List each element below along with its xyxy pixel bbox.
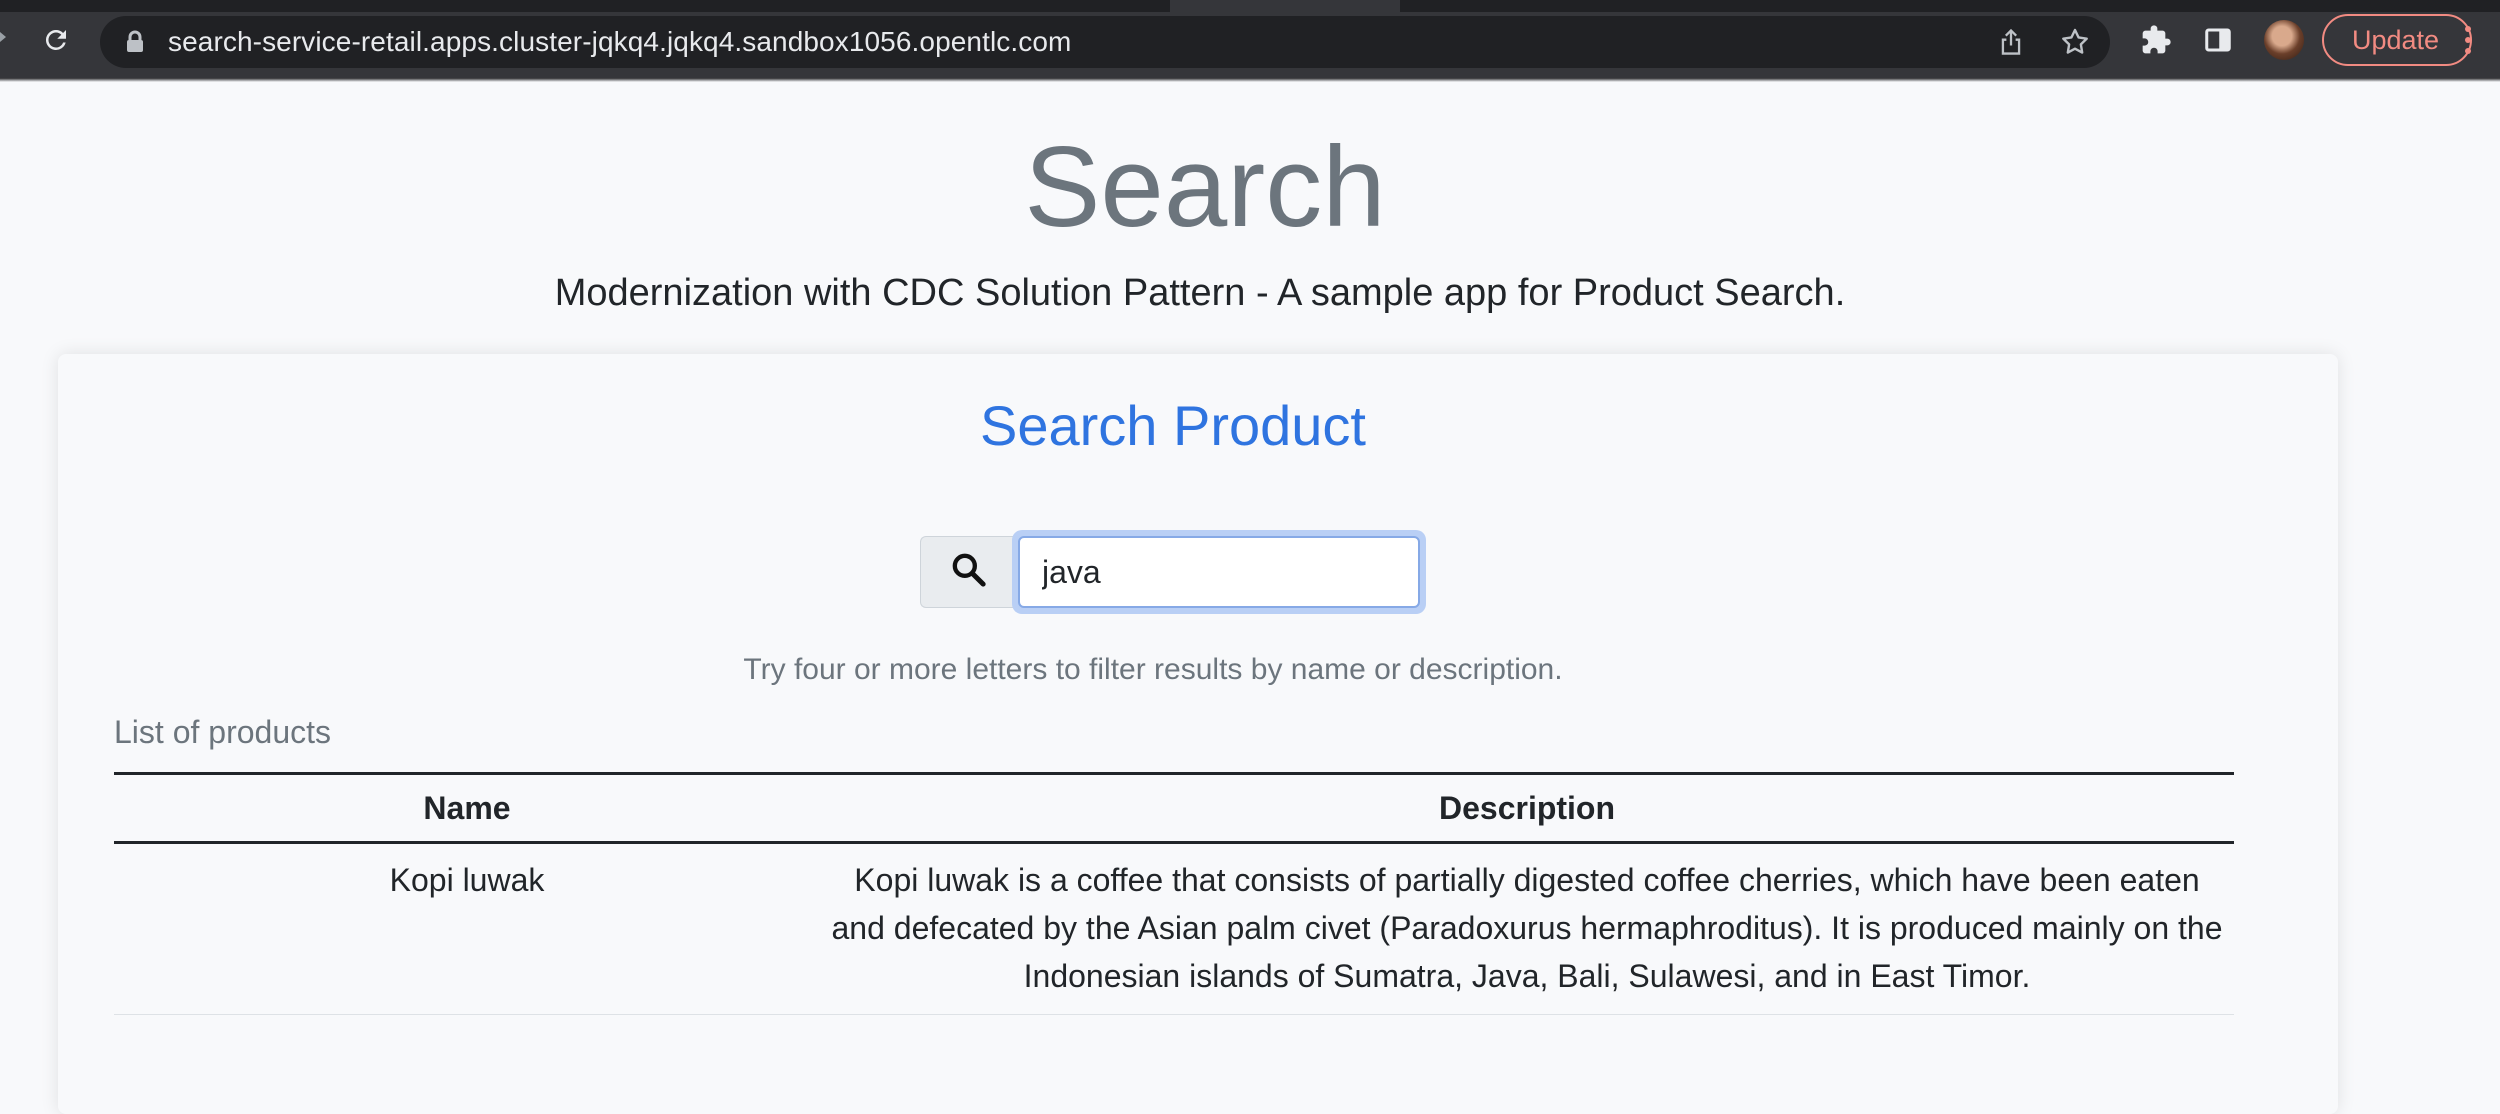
address-bar[interactable]: search-service-retail.apps.cluster-jqkq4… (100, 16, 2110, 68)
column-header-description: Description (1438, 789, 1616, 826)
column-header-name: Name (423, 789, 511, 826)
search-product-heading: Search Product (980, 394, 1366, 457)
search-button[interactable] (920, 536, 1016, 608)
page-title: Search (1024, 124, 1386, 251)
update-button[interactable]: Update (2322, 14, 2472, 66)
product-name-cell: Kopi luwak (389, 862, 545, 898)
products-table: Name Description Kopi luwak Kopi luwak i… (114, 772, 2234, 1015)
search-hint: Try four or more letters to filter resul… (743, 653, 1563, 686)
reload-icon[interactable] (38, 22, 74, 58)
tab-strip-edge (0, 0, 2500, 12)
avatar[interactable] (2264, 20, 2304, 60)
toolbar-shadow (0, 78, 2500, 82)
tab-strip-notch (1170, 0, 1400, 12)
table-row: Kopi luwak Kopi luwak is a coffee that c… (114, 843, 2234, 1015)
star-icon[interactable] (2057, 24, 2093, 60)
back-arrow-edge-icon (0, 32, 6, 42)
share-icon[interactable] (1993, 24, 2029, 60)
extensions-icon[interactable] (2138, 22, 2174, 58)
browser-toolbar: search-service-retail.apps.cluster-jqkq4… (0, 0, 2500, 78)
search-focus-ring (1012, 530, 1426, 614)
lock-icon[interactable] (124, 30, 146, 54)
more-menu-icon[interactable] (2458, 22, 2478, 58)
search-input[interactable] (1018, 536, 1420, 608)
table-header-row: Name Description (114, 773, 2234, 843)
search-icon (949, 550, 989, 595)
side-panel-icon[interactable] (2200, 22, 2236, 58)
page-subtitle: Modernization with CDC Solution Pattern … (554, 272, 1846, 314)
product-description-cell: Kopi luwak is a coffee that consists of … (831, 862, 2223, 994)
url-text[interactable]: search-service-retail.apps.cluster-jqkq4… (168, 16, 1071, 68)
table-caption: List of products (114, 714, 331, 750)
search-card: Search Product Try four or more letters … (58, 354, 2338, 1114)
